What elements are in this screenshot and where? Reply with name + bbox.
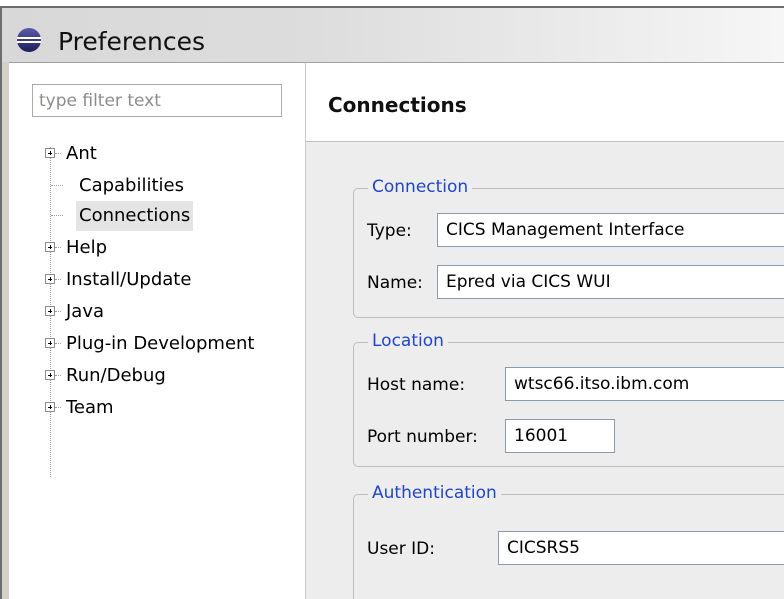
eclipse-icon	[17, 28, 41, 52]
name-field[interactable]	[437, 265, 784, 299]
type-label: Type:	[367, 221, 412, 241]
tree-item-label: Connections	[76, 201, 194, 231]
tree-item-label: Run/Debug	[66, 365, 166, 386]
tree-item-label: Java	[66, 301, 105, 322]
title-bar: Preferences	[0, 0, 784, 70]
connection-group: Connection Type: Name:	[353, 175, 784, 318]
tree-item-label: Capabilities	[79, 175, 184, 196]
port-number-field[interactable]	[505, 419, 615, 453]
location-group: Location Host name: Port number:	[353, 329, 784, 467]
window-title: Preferences	[58, 27, 206, 56]
authentication-group: Authentication User ID:	[353, 481, 784, 599]
authentication-group-legend: Authentication	[368, 481, 501, 505]
tree-item-label: Help	[66, 237, 108, 258]
window-frame-left	[0, 62, 9, 599]
location-group-legend: Location	[368, 329, 448, 353]
expand-icon[interactable]	[45, 148, 55, 158]
preference-page: Connections Connection Type: Name: Locat…	[306, 62, 784, 599]
tree-item-label: Ant	[66, 143, 97, 164]
expand-icon[interactable]	[45, 274, 55, 284]
connection-group-legend: Connection	[368, 175, 473, 199]
type-field[interactable]	[437, 213, 784, 247]
expand-icon[interactable]	[45, 370, 55, 380]
page-title: Connections	[328, 93, 467, 117]
filter-input[interactable]	[32, 84, 282, 117]
tree-item-label: Install/Update	[66, 269, 192, 290]
name-label: Name:	[367, 273, 423, 293]
expand-icon[interactable]	[45, 402, 55, 412]
host-name-field[interactable]	[505, 367, 784, 401]
user-id-label: User ID:	[367, 539, 435, 559]
host-name-label: Host name:	[367, 375, 466, 395]
port-number-label: Port number:	[367, 427, 478, 447]
page-header: Connections	[306, 62, 784, 142]
user-id-field[interactable]	[498, 531, 784, 565]
tree-item-label: Plug-in Development	[66, 333, 255, 354]
preferences-tree-panel: Ant Capabilities Connections Help Instal…	[9, 62, 306, 599]
expand-icon[interactable]	[45, 242, 55, 252]
tree-item-label: Team	[66, 397, 114, 418]
preferences-window: Preferences Ant Capabilities Connections…	[0, 0, 784, 599]
expand-icon[interactable]	[45, 306, 55, 316]
expand-icon[interactable]	[45, 338, 55, 348]
